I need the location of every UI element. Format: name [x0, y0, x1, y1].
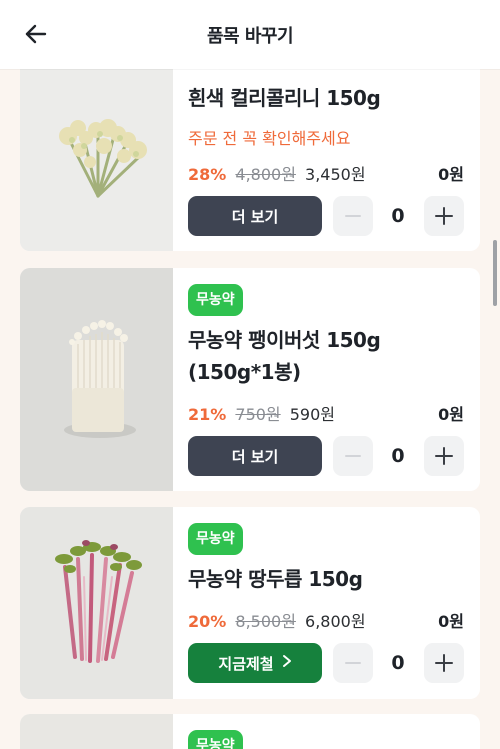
product-card[interactable]: 무농약 [20, 714, 480, 749]
product-image [20, 714, 173, 749]
product-name: 흰색 컬리콜리니 150g [188, 86, 381, 110]
original-price: 8,500원 [235, 612, 296, 631]
plus-icon [435, 654, 453, 672]
pesticide-free-badge: 무농약 [188, 730, 243, 749]
top-app-bar: 품목 바꾸기 [0, 0, 500, 69]
pesticide-free-badge: 무농약 [188, 523, 243, 555]
sale-price: 590원 [289, 405, 336, 424]
sale-price: 6,800원 [305, 612, 366, 631]
minus-icon [345, 455, 361, 457]
quantity-value: 0 [391, 205, 405, 227]
more-button[interactable]: 더 보기 [188, 436, 322, 476]
item-total: 0원 [438, 165, 464, 184]
sale-price: 3,450원 [305, 165, 366, 184]
product-name-sub: (150g*1봉) [188, 360, 301, 384]
product-card[interactable]: 무농약 무농약 팽이버섯 150g (150g*1봉) 21% 750원 590… [20, 268, 480, 491]
plus-icon [435, 207, 453, 225]
price-row: 21% 750원 590원 0원 [188, 401, 464, 424]
increase-button[interactable] [424, 436, 464, 476]
in-season-label: 지금제철 [218, 654, 274, 673]
product-image-dureup [20, 507, 173, 699]
product-notice: 주문 전 꼭 확인해주세요 [188, 129, 351, 148]
minus-icon [345, 215, 361, 217]
product-name: 무농약 팽이버섯 150g [188, 328, 381, 352]
price-row: 20% 8,500원 6,800원 0원 [188, 608, 464, 631]
item-total: 0원 [438, 405, 464, 424]
quantity-value: 0 [391, 652, 405, 674]
minus-icon [345, 662, 361, 664]
scrollbar[interactable] [493, 240, 497, 306]
price-row: 28% 4,800원 3,450원 0원 [188, 161, 464, 184]
pesticide-free-badge: 무농약 [188, 284, 243, 316]
original-price: 750원 [235, 405, 281, 424]
product-image-curlycoli [20, 46, 173, 251]
decrease-button[interactable] [333, 643, 373, 683]
discount-rate: 28% [188, 165, 227, 184]
decrease-button[interactable] [333, 436, 373, 476]
more-button[interactable]: 더 보기 [188, 196, 322, 236]
product-info: 무농약 [188, 714, 480, 749]
discount-rate: 20% [188, 612, 227, 631]
increase-button[interactable] [424, 643, 464, 683]
product-card[interactable]: 흰색 컬리콜리니 150g 주문 전 꼭 확인해주세요 28% 4,800원 3… [20, 46, 480, 251]
increase-button[interactable] [424, 196, 464, 236]
product-info: 무농약 무농약 땅두릅 150g 20% 8,500원 6,800원 0원 지금… [188, 507, 480, 699]
product-card[interactable]: 무농약 무농약 땅두릅 150g 20% 8,500원 6,800원 0원 지금… [20, 507, 480, 699]
plus-icon [435, 447, 453, 465]
product-info: 흰색 컬리콜리니 150g 주문 전 꼭 확인해주세요 28% 4,800원 3… [188, 46, 480, 251]
page-title: 품목 바꾸기 [206, 26, 294, 47]
discount-rate: 21% [188, 405, 227, 424]
decrease-button[interactable] [333, 196, 373, 236]
product-name: 무농약 땅두릅 150g [188, 567, 363, 591]
original-price: 4,800원 [235, 165, 296, 184]
item-total: 0원 [438, 612, 464, 631]
product-info: 무농약 무농약 팽이버섯 150g (150g*1봉) 21% 750원 590… [188, 268, 480, 491]
quantity-value: 0 [391, 445, 405, 467]
product-list: 흰색 컬리콜리니 150g 주문 전 꼭 확인해주세요 28% 4,800원 3… [0, 0, 500, 749]
product-image-enoki [20, 268, 173, 491]
chevron-right-icon [282, 654, 292, 672]
in-season-button[interactable]: 지금제철 [188, 643, 322, 683]
